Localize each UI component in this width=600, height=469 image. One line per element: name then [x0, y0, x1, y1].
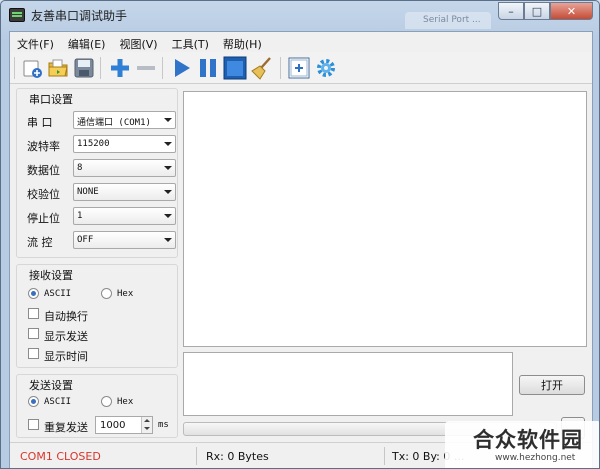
spin-up-icon[interactable]: [144, 419, 150, 422]
status-separator: [384, 447, 385, 465]
menu-bar: 文件(F) 编辑(E) 视图(V) 工具(T) 帮助(H): [10, 32, 592, 52]
pause-icon[interactable]: [196, 56, 220, 80]
window-icon[interactable]: [223, 56, 247, 80]
toolbar-separator: [280, 57, 281, 79]
show-time-checkbox[interactable]: [28, 348, 39, 359]
show-time-label: 显示时间: [44, 350, 88, 363]
menu-edit[interactable]: 编辑(E): [61, 32, 113, 52]
port-value: 通信端口 (COM1): [77, 118, 151, 128]
show-send-label: 显示发送: [44, 330, 88, 343]
repeat-interval-spinbox[interactable]: 1000: [95, 416, 153, 434]
parity-label: 校验位: [27, 188, 60, 201]
save-icon[interactable]: [72, 56, 96, 80]
maximize-button[interactable]: □: [524, 2, 550, 20]
send-ascii-radio[interactable]: [28, 396, 39, 407]
flowcontrol-value: OFF: [77, 235, 94, 245]
send-textarea[interactable]: [183, 352, 513, 416]
flowcontrol-label: 流 控: [27, 236, 53, 249]
app-window: 友善串口调试助手 Serial Port ... – □ ✕ 文件(F) 编辑(…: [0, 0, 600, 469]
auto-wrap-label: 自动换行: [44, 310, 88, 323]
send-hex-label: Hex: [117, 397, 134, 407]
spin-down-icon[interactable]: [144, 427, 150, 430]
parity-select[interactable]: NONE: [73, 183, 176, 201]
port-select[interactable]: 通信端口 (COM1): [73, 111, 176, 129]
port-status: COM1 CLOSED: [20, 450, 101, 463]
stopbits-select[interactable]: 1: [73, 207, 176, 225]
send-settings-title: 发送设置: [29, 379, 73, 392]
chevron-down-icon: [164, 238, 172, 242]
gear-icon[interactable]: [314, 56, 338, 80]
rx-counter: Rx: 0 Bytes: [206, 450, 269, 463]
databits-select[interactable]: 8: [73, 159, 176, 177]
send-hex-radio[interactable]: [101, 396, 112, 407]
watermark-overlay: 合众软件园 www.hezhong.net: [445, 421, 599, 468]
interval-unit: ms: [158, 420, 169, 430]
remove-icon[interactable]: [134, 56, 158, 80]
databits-value: 8: [77, 163, 83, 173]
window-title: 友善串口调试助手: [31, 9, 128, 23]
receive-hex-label: Hex: [117, 289, 134, 299]
open-folder-icon[interactable]: [46, 56, 70, 80]
menu-tools[interactable]: 工具(T): [165, 32, 216, 52]
auto-wrap-checkbox[interactable]: [28, 308, 39, 319]
port-label: 串 口: [27, 116, 53, 129]
receive-settings-title: 接收设置: [29, 269, 73, 282]
close-button[interactable]: ✕: [550, 2, 593, 20]
flowcontrol-select[interactable]: OFF: [73, 231, 176, 249]
chevron-down-icon: [164, 166, 172, 170]
add-frame-icon[interactable]: [287, 56, 311, 80]
show-send-checkbox[interactable]: [28, 328, 39, 339]
receive-textarea[interactable]: [183, 91, 587, 347]
chevron-down-icon: [164, 118, 172, 122]
watermark-title: 合众软件园: [473, 428, 583, 452]
toolbar-separator: [162, 57, 163, 79]
app-icon: [9, 8, 25, 22]
repeat-interval-value: 1000: [100, 420, 126, 431]
repeat-send-label: 重复发送: [44, 421, 88, 434]
parity-value: NONE: [77, 187, 99, 197]
open-button[interactable]: 打开: [519, 375, 585, 395]
title-bar[interactable]: 友善串口调试助手 Serial Port ... – □ ✕: [1, 1, 599, 29]
chevron-down-icon: [164, 190, 172, 194]
send-settings-group: 发送设置 ASCII Hex 重复发送 1000 ms: [16, 374, 178, 438]
receive-ascii-radio[interactable]: [28, 288, 39, 299]
stopbits-value: 1: [77, 211, 83, 221]
receive-ascii-label: ASCII: [44, 289, 72, 299]
serial-settings-group: 串口设置 串 口 通信端口 (COM1) 波特率 115200 数据位 8 校验…: [16, 88, 178, 258]
toolbar-separator: [100, 57, 101, 79]
watermark-url: www.hezhong.net: [495, 453, 576, 463]
chevron-down-icon: [164, 142, 172, 146]
receive-hex-radio[interactable]: [101, 288, 112, 299]
serial-settings-title: 串口设置: [29, 93, 73, 106]
menu-help[interactable]: 帮助(H): [216, 32, 269, 52]
new-file-icon[interactable]: [20, 56, 44, 80]
status-separator: [196, 447, 197, 465]
minimize-button[interactable]: –: [498, 2, 524, 20]
spin-buttons[interactable]: [141, 417, 152, 433]
stopbits-label: 停止位: [27, 212, 60, 225]
background-window-tab: Serial Port ...: [405, 12, 491, 29]
baud-label: 波特率: [27, 140, 60, 153]
toolbar-separator: [14, 57, 15, 79]
chevron-down-icon: [164, 214, 172, 218]
repeat-send-checkbox[interactable]: [28, 419, 39, 430]
add-icon[interactable]: [108, 56, 132, 80]
send-ascii-label: ASCII: [44, 397, 72, 407]
toolbar: [10, 52, 592, 84]
broom-clear-icon[interactable]: [250, 56, 274, 80]
databits-label: 数据位: [27, 164, 60, 177]
menu-view[interactable]: 视图(V): [112, 32, 164, 52]
play-icon[interactable]: [170, 56, 194, 80]
baud-value: 115200: [77, 139, 110, 149]
receive-settings-group: 接收设置 ASCII Hex 自动换行 显示发送 显示时间: [16, 264, 178, 368]
menu-file[interactable]: 文件(F): [10, 32, 61, 52]
client-area: 文件(F) 编辑(E) 视图(V) 工具(T) 帮助(H) 串口设置 串 口 通…: [9, 31, 593, 468]
baud-select[interactable]: 115200: [73, 135, 176, 153]
